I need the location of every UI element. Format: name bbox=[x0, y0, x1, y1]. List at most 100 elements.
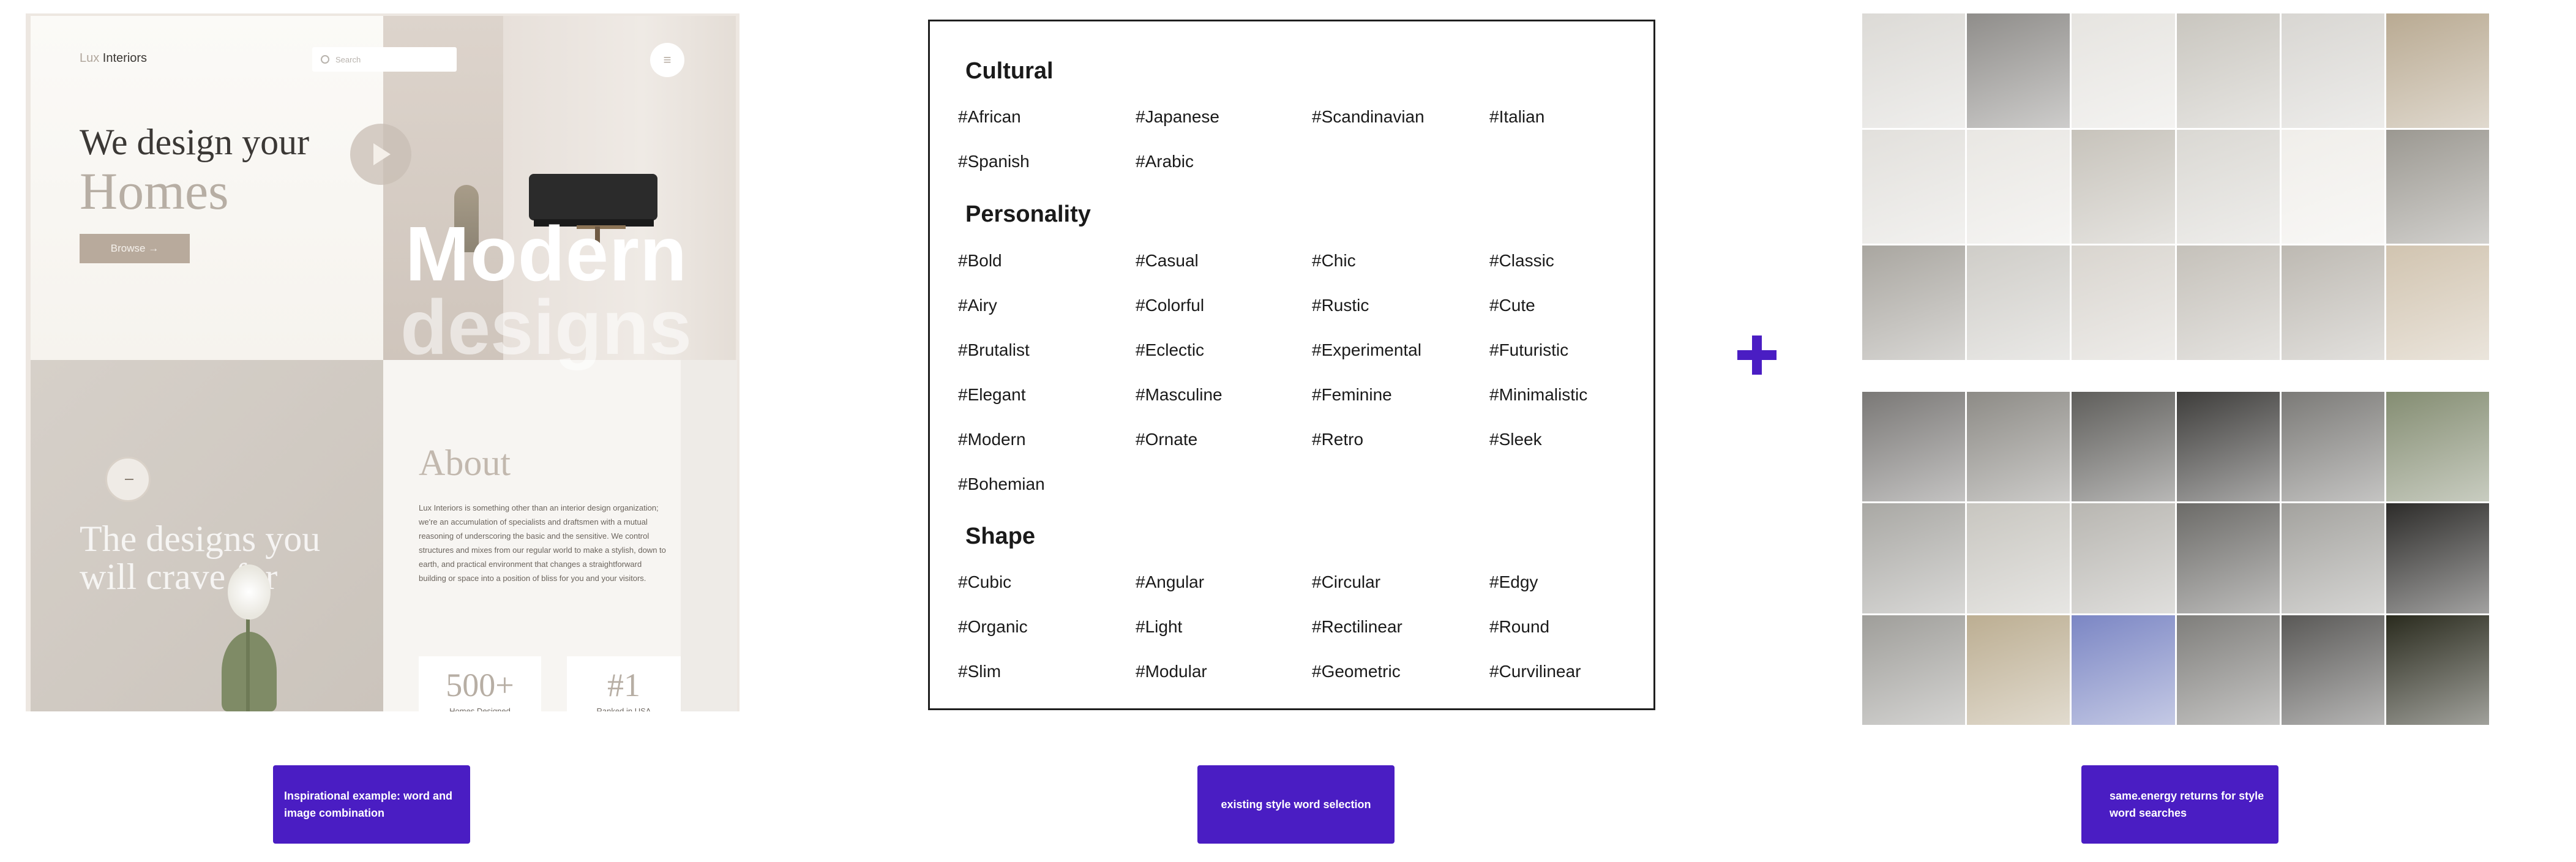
result-image[interactable] bbox=[2072, 615, 2175, 725]
style-tag[interactable]: #Masculine bbox=[1136, 385, 1222, 405]
style-tag[interactable]: #Chic bbox=[1312, 251, 1356, 271]
caption-left: Inspirational example: word and image co… bbox=[273, 765, 470, 844]
result-image[interactable] bbox=[2281, 503, 2384, 613]
search-icon bbox=[321, 55, 329, 64]
style-tag[interactable]: #Colorful bbox=[1136, 296, 1204, 315]
result-image[interactable] bbox=[2176, 615, 2280, 725]
style-tag[interactable]: #Brutalist bbox=[958, 340, 1030, 360]
style-tag[interactable]: #Classic bbox=[1489, 251, 1554, 271]
hero-heading-line1: We design your bbox=[80, 122, 310, 162]
result-image[interactable] bbox=[2281, 615, 2384, 725]
stat-card: #1 Ranked in USA bbox=[567, 656, 681, 711]
result-image[interactable] bbox=[1967, 245, 2070, 360]
style-tag[interactable]: #Bohemian bbox=[958, 474, 1045, 494]
result-image[interactable] bbox=[2176, 503, 2280, 613]
image-results-grid-interiors bbox=[1862, 13, 2489, 360]
style-tag[interactable]: #Edgy bbox=[1489, 572, 1538, 592]
stat-label: Ranked in USA bbox=[596, 706, 651, 711]
browse-button[interactable]: Browse → bbox=[80, 234, 190, 263]
result-image[interactable] bbox=[1967, 615, 2070, 725]
result-image[interactable] bbox=[1862, 615, 1966, 725]
style-tag[interactable]: #Minimalistic bbox=[1489, 385, 1587, 405]
style-tag[interactable]: #Round bbox=[1489, 617, 1549, 637]
about-body: Lux Interiors is something other than an… bbox=[419, 503, 666, 583]
style-tag[interactable]: #Modern bbox=[958, 430, 1026, 449]
result-image[interactable] bbox=[2386, 615, 2489, 725]
about-title: About bbox=[419, 443, 511, 483]
quote-line1: The designs you bbox=[80, 519, 321, 559]
result-image[interactable] bbox=[1862, 392, 1966, 502]
stat-card: 500+ Homes Designed bbox=[419, 656, 541, 711]
style-tag[interactable]: #Spanish bbox=[958, 152, 1030, 171]
result-image[interactable] bbox=[1862, 129, 1966, 244]
result-image[interactable] bbox=[2281, 245, 2384, 360]
style-tag[interactable]: #Airy bbox=[958, 296, 997, 315]
result-image[interactable] bbox=[2072, 392, 2175, 502]
style-tag[interactable]: #Ornate bbox=[1136, 430, 1197, 449]
result-image[interactable] bbox=[2176, 129, 2280, 244]
style-tag[interactable]: #Scandinavian bbox=[1312, 107, 1425, 127]
website-mockup: Lux Interiors Search ≡ We design your Ho… bbox=[26, 13, 739, 711]
result-image[interactable] bbox=[1862, 245, 1966, 360]
result-image[interactable] bbox=[1967, 13, 2070, 128]
style-tag[interactable]: #Elegant bbox=[958, 385, 1026, 405]
style-tag[interactable]: #African bbox=[958, 107, 1021, 127]
style-tag[interactable]: #Rectilinear bbox=[1312, 617, 1402, 637]
result-image[interactable] bbox=[1967, 129, 2070, 244]
plus-icon bbox=[1737, 335, 1777, 375]
category-title-personality: Personality bbox=[965, 201, 1091, 227]
style-tag[interactable]: #Japanese bbox=[1136, 107, 1219, 127]
result-image[interactable] bbox=[2281, 392, 2384, 502]
style-tag[interactable]: #Angular bbox=[1136, 572, 1204, 592]
result-image[interactable] bbox=[1862, 503, 1966, 613]
style-tag[interactable]: #Sleek bbox=[1489, 430, 1542, 449]
result-image[interactable] bbox=[2281, 129, 2384, 244]
result-image[interactable] bbox=[2386, 392, 2489, 502]
menu-icon[interactable]: ≡ bbox=[650, 43, 684, 77]
style-tag[interactable]: #Organic bbox=[958, 617, 1028, 637]
style-tag[interactable]: #Circular bbox=[1312, 572, 1380, 592]
style-tag[interactable]: #Curvilinear bbox=[1489, 662, 1581, 681]
style-tag[interactable]: #Light bbox=[1136, 617, 1182, 637]
result-image[interactable] bbox=[2386, 503, 2489, 613]
result-image[interactable] bbox=[2072, 503, 2175, 613]
logo[interactable]: Lux Interiors bbox=[80, 51, 147, 66]
result-image[interactable] bbox=[1967, 392, 2070, 502]
result-image[interactable] bbox=[2072, 13, 2175, 128]
style-tag[interactable]: #Retro bbox=[1312, 430, 1363, 449]
play-icon bbox=[373, 143, 391, 165]
style-tag[interactable]: #Casual bbox=[1136, 251, 1199, 271]
hero-heading-line2: Homes bbox=[80, 162, 229, 220]
result-image[interactable] bbox=[2281, 13, 2384, 128]
style-tag[interactable]: #Italian bbox=[1489, 107, 1544, 127]
style-tag[interactable]: #Rustic bbox=[1312, 296, 1369, 315]
style-tag[interactable]: #Bold bbox=[958, 251, 1002, 271]
result-image[interactable] bbox=[2386, 245, 2489, 360]
result-image[interactable] bbox=[2386, 129, 2489, 244]
image-results-grid-architecture bbox=[1862, 392, 2489, 725]
style-tag[interactable]: #Cute bbox=[1489, 296, 1535, 315]
style-tag[interactable]: #Arabic bbox=[1136, 152, 1194, 171]
stat-value: 500+ bbox=[446, 667, 514, 703]
result-image[interactable] bbox=[2176, 392, 2280, 502]
category-title-cultural: Cultural bbox=[965, 58, 1054, 84]
result-image[interactable] bbox=[2386, 13, 2489, 128]
style-tag[interactable]: #Geometric bbox=[1312, 662, 1401, 681]
clock-hand bbox=[125, 479, 133, 480]
style-tag[interactable]: #Experimental bbox=[1312, 340, 1421, 360]
caption-right: same.energy returns for style word searc… bbox=[2081, 765, 2278, 844]
style-tag[interactable]: #Futuristic bbox=[1489, 340, 1568, 360]
style-tag[interactable]: #Feminine bbox=[1312, 385, 1392, 405]
style-tag[interactable]: #Slim bbox=[958, 662, 1001, 681]
result-image[interactable] bbox=[1967, 503, 2070, 613]
style-tag[interactable]: #Modular bbox=[1136, 662, 1207, 681]
style-tag[interactable]: #Cubic bbox=[958, 572, 1011, 592]
result-image[interactable] bbox=[2176, 13, 2280, 128]
style-word-panel: Cultural #African #Japanese #Scandinavia… bbox=[928, 20, 1655, 710]
result-image[interactable] bbox=[2176, 245, 2280, 360]
result-image[interactable] bbox=[2072, 129, 2175, 244]
result-image[interactable] bbox=[2072, 245, 2175, 360]
search-input[interactable]: Search bbox=[312, 47, 457, 72]
result-image[interactable] bbox=[1862, 13, 1966, 128]
style-tag[interactable]: #Eclectic bbox=[1136, 340, 1204, 360]
